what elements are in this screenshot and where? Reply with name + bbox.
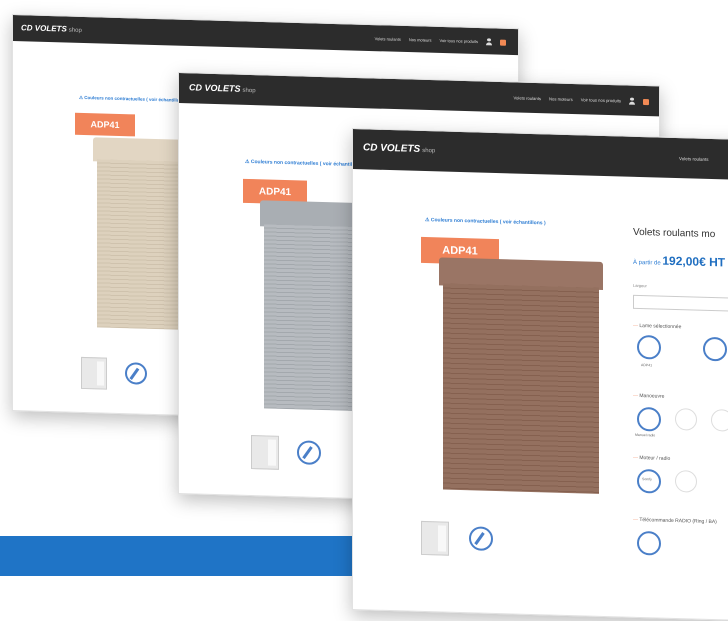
option-manoeuvre-2[interactable] bbox=[675, 408, 697, 431]
nav-volets-roulants[interactable]: Volets roulants bbox=[375, 36, 401, 42]
main-nav: Volets roulants Nos moteurs Voir tous no… bbox=[375, 35, 506, 46]
section-manoeuvre: Manoeuvre bbox=[633, 393, 664, 400]
brand-logo[interactable]: CD VOLETS shop bbox=[189, 82, 256, 94]
shutter-slats bbox=[97, 159, 183, 330]
option-telecommande[interactable] bbox=[637, 530, 661, 556]
cart-icon[interactable] bbox=[500, 39, 506, 46]
nav-all-products[interactable]: Voir tous nos produits bbox=[581, 97, 621, 103]
section-telecommande: Télécommande RADIO (Ring / BA) bbox=[633, 517, 717, 525]
shutter-slats bbox=[443, 283, 599, 494]
option-somfy-caption: Somfy bbox=[642, 477, 652, 482]
nav-all-products[interactable]: Voir tous nos produits bbox=[440, 38, 478, 44]
option-coffre[interactable] bbox=[703, 336, 727, 362]
shutter-image bbox=[439, 257, 603, 494]
thumbnail-photo[interactable] bbox=[421, 520, 449, 556]
screenshot-front: CD VOLETS shop Volets roulants ⚠ Couleurs… bbox=[352, 128, 728, 621]
palette-icon[interactable] bbox=[125, 362, 147, 385]
nav-volets-roulants[interactable]: Volets roulants bbox=[679, 156, 709, 162]
color-notice[interactable]: ⚠ Couleurs non contractuelles ( voir éch… bbox=[79, 95, 188, 104]
shutter-image bbox=[260, 200, 362, 412]
thumbnail-photo[interactable] bbox=[251, 435, 279, 470]
option-moteur-2[interactable] bbox=[675, 470, 697, 493]
header-bar: CD VOLETS shop Volets roulants bbox=[353, 129, 728, 180]
main-nav: Volets roulants Nos moteurs Voir tous no… bbox=[514, 94, 649, 105]
color-notice[interactable]: ⚠ Couleurs non contractuelles ( voir éch… bbox=[425, 217, 546, 226]
thumbnail-photo[interactable] bbox=[81, 356, 107, 390]
brand-logo[interactable]: CD VOLETS shop bbox=[21, 23, 82, 34]
option-manoeuvre-3[interactable] bbox=[711, 409, 728, 432]
shutter-slats bbox=[264, 224, 358, 412]
section-lame: Lame sélectionnée bbox=[633, 323, 681, 330]
cart-icon[interactable] bbox=[643, 98, 649, 105]
brand-logo[interactable]: CD VOLETS shop bbox=[363, 142, 435, 155]
section-moteur: Moteur / radio bbox=[633, 455, 670, 462]
palette-icon[interactable] bbox=[469, 526, 493, 551]
nav-nos-moteurs[interactable]: Nos moteurs bbox=[409, 37, 432, 43]
option-manoeuvre-caption: Manuel radio bbox=[635, 432, 656, 438]
product-title: Volets roulants mo bbox=[633, 226, 716, 241]
palette-icon[interactable] bbox=[297, 440, 321, 465]
price-line: À partir de 192,00€ HT bbox=[633, 253, 726, 270]
header-bar: CD VOLETS shop Volets roulants Nos moteur… bbox=[179, 73, 659, 117]
header-bar: CD VOLETS shop Volets roulants Nos moteur… bbox=[13, 15, 518, 56]
shutter-image bbox=[93, 137, 187, 330]
main-nav: Volets roulants bbox=[679, 156, 709, 162]
product-badge: ADP41 bbox=[75, 112, 135, 137]
option-adp41-caption: ADP41 bbox=[641, 363, 653, 368]
price-value: 192,00€ HT bbox=[662, 253, 726, 270]
user-icon[interactable] bbox=[486, 38, 492, 45]
nav-volets-roulants[interactable]: Volets roulants bbox=[514, 95, 541, 101]
option-adp41[interactable] bbox=[637, 334, 661, 360]
user-icon[interactable] bbox=[629, 98, 635, 105]
color-notice[interactable]: ⚠ Couleurs non contractuelles ( voir éch… bbox=[245, 159, 366, 168]
largeur-input[interactable] bbox=[633, 294, 728, 312]
option-manoeuvre-radio[interactable] bbox=[637, 406, 661, 432]
field-label-largeur: Largeur bbox=[633, 282, 647, 289]
nav-nos-moteurs[interactable]: Nos moteurs bbox=[549, 96, 573, 102]
